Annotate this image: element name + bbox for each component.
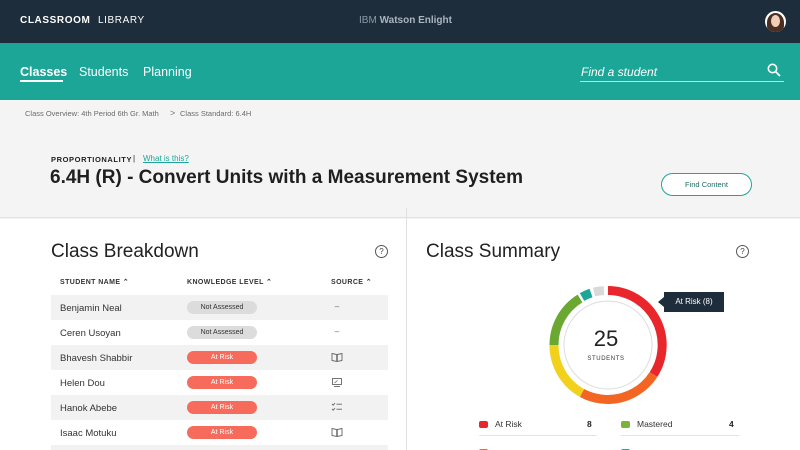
legend-item-partial[interactable]	[479, 446, 594, 450]
table-row[interactable]: Bhavesh Shabbir At Risk	[51, 345, 388, 370]
student-name[interactable]: Bhavesh Shabbir	[60, 353, 132, 364]
active-tab-indicator	[20, 80, 63, 82]
donut-segment-yellow[interactable]	[549, 344, 585, 397]
table-row[interactable]: Benjamin Neal Not Assessed –	[51, 295, 388, 320]
sort-icon: ⌃	[266, 279, 273, 286]
tab-planning[interactable]: Planning	[143, 65, 192, 79]
donut-segment-orange[interactable]	[579, 371, 658, 404]
column-label: KNOWLEDGE LEVEL	[187, 279, 264, 286]
what-is-this-link[interactable]: What is this?	[143, 154, 189, 163]
class-summary-panel: Class Summary ? 25 STUDENTS At Risk (8) …	[407, 219, 800, 450]
sub-nav-bar: Classes Students Planning Find a student	[0, 43, 800, 100]
help-icon[interactable]: ?	[736, 245, 749, 258]
legend-divider	[479, 435, 597, 436]
knowledge-level-badge: Not Assessed	[187, 301, 257, 314]
page-title: 6.4H (R) - Convert Units with a Measurem…	[50, 167, 523, 188]
knowledge-level-badge: At Risk	[187, 376, 257, 389]
legend-swatch	[621, 421, 630, 428]
search-icon[interactable]	[767, 63, 781, 77]
class-summary-title: Class Summary	[426, 241, 561, 262]
knowledge-level-badge: At Risk	[187, 426, 257, 439]
student-name[interactable]: Isaac Motuku	[60, 428, 117, 439]
source-empty: –	[334, 327, 340, 336]
column-label: STUDENT NAME	[60, 279, 121, 286]
standard-category: PROPORTIONALITY	[51, 155, 133, 164]
student-search[interactable]: Find a student	[580, 59, 784, 82]
student-name[interactable]: Helen Dou	[60, 378, 105, 389]
chalkboard-icon[interactable]	[331, 376, 343, 388]
standard-header: Class Overview: 4th Period 6th Gr. Math …	[0, 100, 800, 218]
brand-name: Watson Enlight	[379, 15, 452, 26]
donut-segment-gray[interactable]	[592, 286, 605, 297]
total-student-count: 25	[593, 326, 619, 351]
legend-count: 8	[587, 419, 592, 429]
legend-swatch	[479, 421, 488, 428]
class-breakdown-panel: Class Breakdown ? STUDENT NAME ⌃ KNOWLED…	[0, 219, 406, 450]
donut-segment-teal[interactable]	[579, 288, 593, 301]
student-name[interactable]: Hanok Abebe	[60, 403, 117, 414]
knowledge-level-badge: At Risk	[187, 401, 257, 414]
legend-label: Mastered	[637, 419, 673, 429]
nav-classroom[interactable]: CLASSROOM	[20, 15, 90, 26]
nav-library[interactable]: LIBRARY	[98, 15, 145, 26]
book-icon[interactable]	[331, 426, 343, 438]
table-row[interactable]: Hanok Abebe At Risk	[51, 395, 388, 420]
tab-students[interactable]: Students	[79, 65, 128, 79]
breadcrumb-class-overview[interactable]: Class Overview: 4th Period 6th Gr. Math	[25, 109, 159, 118]
column-source[interactable]: SOURCE ⌃	[331, 278, 372, 286]
student-name[interactable]: Benjamin Neal	[60, 303, 122, 314]
table-row[interactable]: Isaac Motuku At Risk	[51, 420, 388, 445]
knowledge-level-badge: Not Assessed	[187, 326, 257, 339]
book-icon[interactable]	[331, 351, 343, 363]
tab-classes[interactable]: Classes	[20, 65, 67, 79]
sort-icon: ⌃	[122, 279, 130, 286]
column-knowledge-level[interactable]: KNOWLEDGE LEVEL ⌃	[187, 278, 272, 286]
breadcrumb-separator: >	[170, 108, 176, 118]
kicker-divider: |	[133, 154, 136, 163]
legend-item-partial[interactable]	[621, 446, 736, 450]
help-icon[interactable]: ?	[375, 245, 388, 258]
legend-divider	[621, 435, 739, 436]
brand-logo: IBM Watson Enlight	[359, 15, 452, 26]
column-student-name[interactable]: STUDENT NAME ⌃	[60, 278, 129, 286]
at-risk-tooltip: At Risk (8)	[664, 292, 724, 312]
legend-item-mastered[interactable]: Mastered 4	[621, 418, 736, 432]
table-row[interactable]: Helen Dou At Risk	[51, 370, 388, 395]
knowledge-level-badge: At Risk	[187, 351, 257, 364]
search-input[interactable]: Find a student	[581, 65, 657, 79]
class-breakdown-title: Class Breakdown	[51, 241, 199, 262]
sort-icon: ⌃	[365, 279, 372, 286]
source-empty: –	[334, 302, 340, 311]
table-row	[51, 445, 388, 450]
student-name[interactable]: Ceren Usoyan	[60, 328, 121, 339]
avatar-face	[771, 15, 780, 27]
checklist-icon[interactable]	[331, 401, 343, 413]
legend-item-at-risk[interactable]: At Risk 8	[479, 418, 594, 432]
find-content-button[interactable]: Find Content	[661, 173, 752, 196]
legend-label: At Risk	[495, 419, 522, 429]
brand-prefix: IBM	[359, 15, 377, 26]
table-row[interactable]: Ceren Usoyan Not Assessed –	[51, 320, 388, 345]
legend-count: 4	[729, 419, 734, 429]
column-label: SOURCE	[331, 279, 364, 286]
avatar[interactable]	[765, 11, 786, 32]
breadcrumb-class-standard: Class Standard: 6.4H	[180, 109, 252, 118]
top-nav-bar: CLASSROOM LIBRARY IBM Watson Enlight	[0, 0, 800, 43]
total-student-label: STUDENTS	[587, 356, 625, 362]
